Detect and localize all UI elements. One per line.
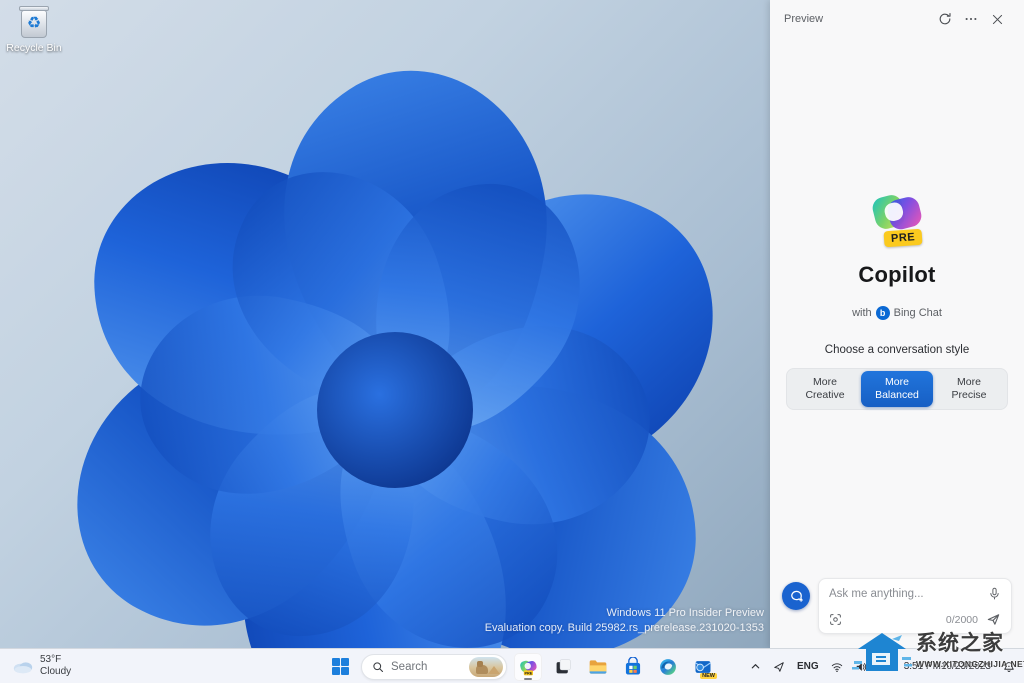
bing-icon: b	[875, 306, 890, 320]
new-topic-button[interactable]	[782, 582, 810, 610]
ask-input-card: 0/2000	[818, 578, 1012, 634]
task-view-button[interactable]	[549, 653, 577, 681]
pre-badge: PRE	[883, 228, 923, 248]
subtitle-brand: Bing Chat	[893, 307, 942, 319]
char-counter: 0/2000	[945, 613, 978, 626]
watermark-line2: Evaluation copy. Build 25982.rs_prerelea…	[484, 622, 764, 634]
tray-date: 10/23/2023	[940, 660, 991, 672]
search-daily-image	[469, 656, 503, 677]
copilot-subtitle: with b Bing Chat	[770, 306, 1024, 320]
ask-input[interactable]	[829, 587, 988, 600]
send-icon	[987, 614, 1000, 625]
copilot-hero: PRE Copilot with b Bing Chat	[770, 186, 1024, 320]
windows-start-icon	[331, 658, 349, 675]
taskbar-search[interactable]: Search	[361, 653, 507, 680]
edge-button[interactable]	[654, 653, 682, 681]
search-icon	[373, 661, 384, 672]
location-indicator[interactable]	[768, 653, 790, 681]
conversation-style-chooser: Choose a conversation style More Creativ…	[770, 344, 1024, 410]
recycle-bin-label: Recycle Bin	[6, 42, 62, 54]
style-options-row: More Creative More Balanced More Precise	[786, 368, 1008, 410]
style-chooser-heading: Choose a conversation style	[824, 344, 970, 356]
preview-label: Preview	[784, 13, 824, 25]
screenshot-button[interactable]	[829, 613, 842, 626]
screen: ♻ Recycle Bin Windows 11 Pro Insider Pre…	[0, 0, 1024, 683]
watermark-line1: Windows 11 Pro Insider Preview	[606, 607, 764, 619]
screenshot-icon	[830, 614, 841, 625]
outlook-new-badge: NEW	[700, 672, 717, 679]
volume-indicator[interactable]	[850, 653, 872, 681]
start-button[interactable]	[326, 653, 354, 681]
microphone-button[interactable]	[988, 587, 1001, 600]
wifi-indicator[interactable]	[826, 653, 848, 681]
chat-input-area: 0/2000	[770, 578, 1024, 634]
tray-chevron-button[interactable]	[745, 653, 766, 681]
location-arrow-icon	[774, 661, 784, 672]
battery-indicator[interactable]	[874, 653, 897, 681]
recycle-bin[interactable]: ♻ Recycle Bin	[6, 6, 62, 54]
weather-condition: Cloudy	[40, 666, 72, 677]
outlook-new-button[interactable]: NEW	[689, 653, 717, 681]
svg-text:PRE: PRE	[524, 671, 532, 675]
file-explorer-button[interactable]	[584, 653, 612, 681]
language-indicator[interactable]: ENG	[792, 653, 824, 681]
search-placeholder: Search	[391, 660, 428, 673]
wifi-icon	[831, 662, 842, 672]
cloudy-icon	[13, 661, 33, 673]
clock[interactable]: 3:51 PM 10/23/2023	[899, 653, 996, 681]
copilot-logo: PRE	[868, 186, 926, 248]
taskbar: 53°F Cloudy Search PRE NEW ENG 3:51 PM 1…	[0, 648, 1024, 683]
file-explorer-icon	[589, 659, 607, 674]
refresh-icon	[939, 13, 951, 25]
tray-time: 3:51 PM	[903, 660, 941, 672]
style-option-creative[interactable]: More Creative	[789, 371, 861, 407]
new-chat-icon	[790, 590, 803, 603]
bell-icon	[1004, 661, 1014, 672]
ellipsis-icon	[965, 17, 977, 21]
recycle-bin-icon: ♻	[19, 6, 49, 40]
task-view-icon	[556, 659, 571, 674]
more-options-button[interactable]	[958, 6, 984, 32]
copilot-sidebar: Preview PRE Copilot with b Bing Chat Cho…	[770, 0, 1024, 648]
refresh-button[interactable]	[932, 6, 958, 32]
weather-temp: 53°F	[40, 654, 62, 665]
subtitle-prefix: with	[852, 307, 872, 319]
insider-build-watermark: Windows 11 Pro Insider Preview Evaluatio…	[485, 606, 764, 636]
copilot-taskbar-icon: PRE	[520, 660, 537, 675]
weather-widget[interactable]: 53°F Cloudy	[6, 652, 77, 680]
chevron-up-icon	[751, 664, 760, 669]
taskbar-copilot-button[interactable]: PRE	[514, 652, 542, 681]
close-button[interactable]	[984, 6, 1010, 32]
microsoft-store-icon	[625, 656, 641, 674]
windows-bloom-wallpaper	[77, 70, 713, 648]
microphone-icon	[990, 587, 999, 600]
copilot-title: Copilot	[858, 262, 936, 287]
style-option-precise[interactable]: More Precise	[933, 371, 1005, 407]
battery-icon	[879, 663, 891, 671]
speaker-icon	[856, 662, 866, 671]
close-icon	[992, 14, 1002, 24]
notification-center-button[interactable]	[998, 653, 1020, 681]
desktop-wallpaper: ♻ Recycle Bin Windows 11 Pro Insider Pre…	[0, 0, 770, 648]
copilot-header: Preview	[770, 0, 1024, 38]
send-button[interactable]	[986, 612, 1001, 627]
microsoft-store-button[interactable]	[619, 653, 647, 681]
style-option-balanced[interactable]: More Balanced	[861, 371, 933, 407]
edge-icon	[660, 658, 676, 675]
